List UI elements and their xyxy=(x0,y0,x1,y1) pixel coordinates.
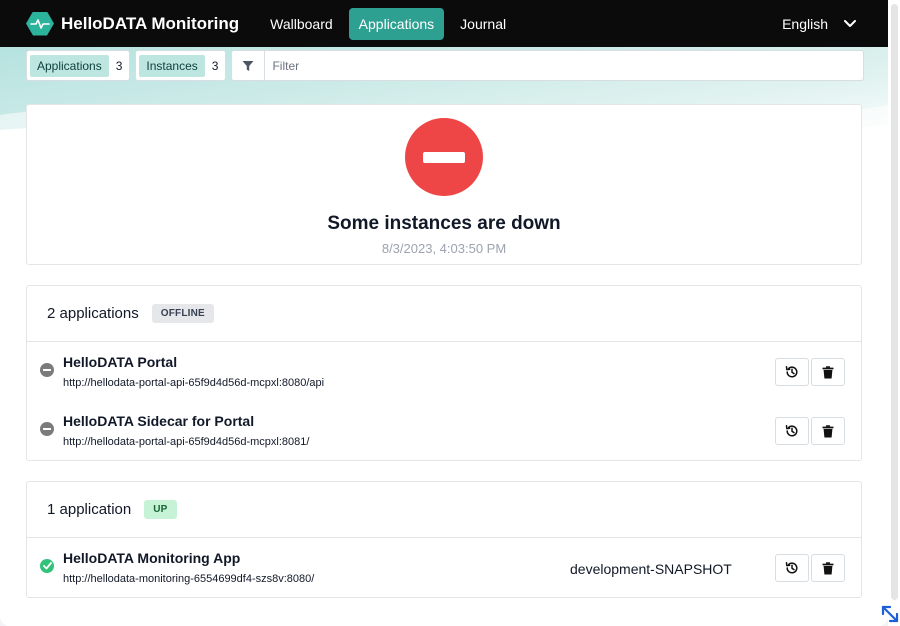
main-nav: Wallboard Applications Journal xyxy=(260,7,522,40)
app-window: HelloDATA Monitoring Wallboard Applicati… xyxy=(0,0,888,626)
status-timestamp: 8/3/2023, 4:03:50 PM xyxy=(381,241,507,256)
application-name: HelloDATA Sidecar for Portal xyxy=(63,413,255,429)
nav-applications[interactable]: Applications xyxy=(348,7,445,40)
row-actions xyxy=(775,358,847,386)
application-name: HelloDATA Portal xyxy=(63,354,178,370)
delete-button[interactable] xyxy=(811,417,845,445)
application-version: development-SNAPSHOT xyxy=(570,561,732,577)
overall-status-card: Some instances are down 8/3/2023, 4:03:5… xyxy=(26,104,862,265)
language-label: English xyxy=(782,15,828,32)
application-row[interactable]: HelloDATA Monitoring App http://hellodat… xyxy=(27,538,861,597)
filter-funnel-icon xyxy=(242,60,254,71)
application-row[interactable]: HelloDATA Sidecar for Portal http://hell… xyxy=(27,401,861,460)
applications-filter-chip[interactable]: Applications 3 xyxy=(26,50,131,81)
heartbeat-hexagon-icon xyxy=(26,11,54,36)
resize-arrow-icon[interactable] xyxy=(880,604,900,624)
offline-status-icon xyxy=(40,422,54,436)
group-title: 1 application xyxy=(47,501,132,518)
trash-icon xyxy=(822,424,834,437)
row-actions xyxy=(775,554,847,582)
offline-group-card: 2 applications OFFLINE HelloDATA Portal … xyxy=(26,285,862,461)
filter-input[interactable] xyxy=(265,58,826,73)
unregister-history-button[interactable] xyxy=(775,417,809,445)
nav-wallboard[interactable]: Wallboard xyxy=(260,8,343,40)
instances-chip-label: Instances xyxy=(139,54,205,77)
offline-status-icon xyxy=(40,363,54,377)
filter-toggle[interactable] xyxy=(232,51,266,80)
delete-button[interactable] xyxy=(811,358,845,386)
nav-journal[interactable]: Journal xyxy=(450,8,516,40)
language-selector[interactable]: English xyxy=(782,0,856,47)
history-icon xyxy=(785,425,798,437)
status-minus-bar xyxy=(423,151,465,163)
status-badge: OFFLINE xyxy=(151,304,214,323)
application-name: HelloDATA Monitoring App xyxy=(63,550,241,566)
up-group-card: 1 application UP HelloDATA Monitoring Ap… xyxy=(26,481,862,598)
status-badge: UP xyxy=(144,500,177,519)
brand-title: HelloDATA Monitoring xyxy=(61,13,240,33)
vertical-scrollbar[interactable] xyxy=(888,0,900,626)
instances-filter-chip[interactable]: Instances 3 xyxy=(135,50,227,81)
application-row[interactable]: HelloDATA Portal http://hellodata-portal… xyxy=(27,342,861,401)
filter-bar: Applications 3 Instances 3 xyxy=(26,50,865,81)
delete-button[interactable] xyxy=(811,554,845,582)
trash-icon xyxy=(822,365,834,378)
status-title: Some instances are down xyxy=(327,213,561,234)
row-actions xyxy=(775,417,847,445)
scrollbar-thumb[interactable] xyxy=(891,4,898,600)
history-icon xyxy=(785,562,798,574)
unregister-history-button[interactable] xyxy=(775,358,809,386)
application-url: http://hellodata-portal-api-65f9d4d56d-m… xyxy=(63,377,325,389)
unregister-history-button[interactable] xyxy=(775,554,809,582)
chevron-down-icon xyxy=(844,19,856,27)
group-header: 2 applications OFFLINE xyxy=(27,286,861,342)
applications-chip-count: 3 xyxy=(115,58,123,73)
brand[interactable]: HelloDATA Monitoring xyxy=(26,11,240,36)
applications-chip-label: Applications xyxy=(30,54,109,77)
top-navbar: HelloDATA Monitoring Wallboard Applicati… xyxy=(0,0,888,47)
filter-field xyxy=(231,50,865,81)
application-url: http://hellodata-portal-api-65f9d4d56d-m… xyxy=(63,436,310,448)
trash-icon xyxy=(822,561,834,574)
check-circle-icon xyxy=(40,559,54,573)
instances-chip-count: 3 xyxy=(211,58,219,73)
application-url: http://hellodata-monitoring-6554699df4-s… xyxy=(63,573,315,585)
history-icon xyxy=(785,366,798,378)
minus-circle-icon xyxy=(405,118,483,196)
group-header: 1 application UP xyxy=(27,482,861,538)
group-title: 2 applications xyxy=(47,305,139,322)
